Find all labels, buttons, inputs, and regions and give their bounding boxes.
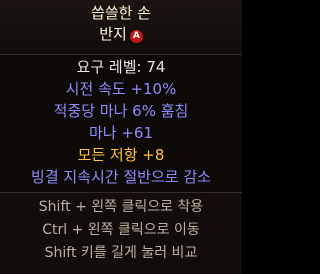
level-requirement: 요구 레벨: 74: [76, 58, 166, 76]
affix-mana-leech: 적중당 마나 6% 훔침: [53, 102, 189, 120]
hint-equip: Shift + 왼쪽 클릭으로 착용: [38, 199, 204, 215]
item-tooltip: 씁쓸한 손 반지 A 요구 레벨: 74 시전 속도 +10% 적중당 마나 6%…: [0, 0, 242, 274]
item-header: 씁쓸한 손 반지 A: [0, 0, 242, 55]
item-name: 씁쓸한 손: [91, 4, 151, 22]
item-type: 반지 A: [0, 25, 242, 43]
affix-freeze-duration: 빙결 지속시간 절반으로 감소: [31, 168, 211, 186]
hint-compare: Shift 키를 길게 눌러 비교: [44, 245, 198, 261]
affix-mana: 마나 +61: [88, 124, 154, 142]
affix-all-resist: 모든 저항 +8: [77, 146, 165, 164]
hint-move: Ctrl + 왼쪽 클릭으로 이동: [42, 222, 200, 238]
affix-cast-speed: 시전 속도 +10%: [65, 80, 177, 98]
account-bound-icon: A: [129, 30, 143, 43]
item-type-label: 반지: [99, 25, 127, 43]
